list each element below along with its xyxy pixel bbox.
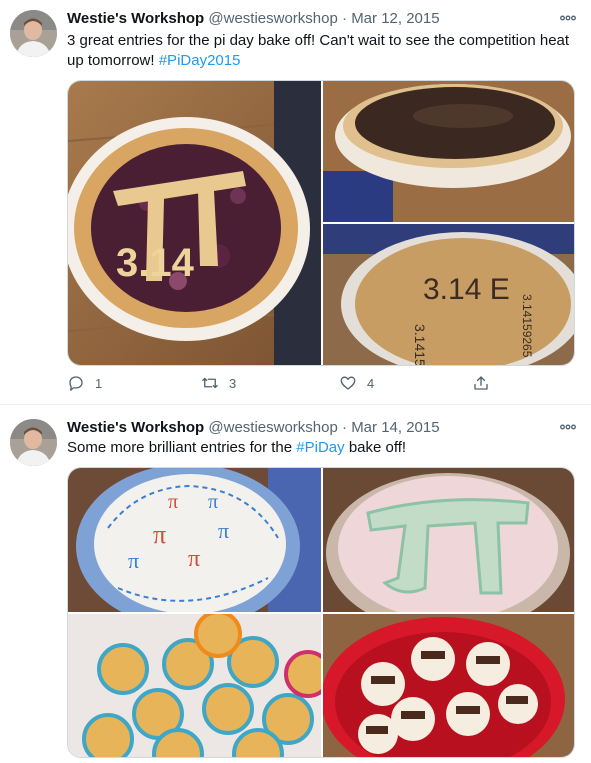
share-button[interactable]	[472, 372, 500, 394]
separator-dot: ·	[342, 419, 348, 436]
tweet-text-after: bake off!	[348, 439, 407, 456]
tweet-actions: 1 3 4	[67, 372, 497, 394]
retweet-button[interactable]: 3	[201, 372, 236, 394]
hashtag-link[interactable]: #PiDay2015	[159, 52, 241, 69]
cake-digits: 3.14 E	[423, 273, 510, 306]
tweet-header: Westie's Workshop @westiesworkshop · Mar…	[67, 418, 579, 438]
more-icon[interactable]	[559, 418, 577, 438]
avatar[interactable]	[10, 419, 57, 466]
avatar[interactable]	[10, 10, 57, 57]
reply-count: 1	[95, 375, 103, 391]
more-icon[interactable]	[559, 9, 577, 29]
tweet[interactable]: Westie's Workshop @westiesworkshop · Mar…	[0, 405, 591, 763]
like-button[interactable]: 4	[339, 372, 374, 394]
reply-icon	[69, 376, 83, 391]
photo-cupcakes[interactable]	[68, 614, 321, 757]
hashtag-link[interactable]: #PiDay	[296, 439, 344, 456]
svg-text:π: π	[208, 491, 218, 513]
cake-side-left: 3.14159	[412, 324, 428, 365]
svg-text:π: π	[218, 518, 229, 543]
tweet-text: Some more brilliant entries for the #PiD…	[67, 438, 582, 458]
tweet-date[interactable]: Mar 12, 2015	[351, 10, 439, 27]
like-count: 4	[367, 375, 375, 391]
tweet[interactable]: Westie's Workshop @westiesworkshop · Mar…	[0, 0, 591, 404]
author-handle[interactable]: @westiesworkshop	[208, 10, 337, 27]
svg-text:π: π	[153, 520, 166, 549]
tweet-text: 3 great entries for the pi day bake off!…	[67, 31, 582, 71]
svg-text:π: π	[188, 546, 200, 572]
photo-chocolate-cupcakes[interactable]	[323, 614, 574, 757]
retweet-icon	[202, 377, 218, 389]
photo-pi-digits-cake[interactable]: 3.14 E 3.14159 3.14159265	[323, 224, 574, 365]
author-handle[interactable]: @westiesworkshop	[208, 419, 337, 436]
tweet-text-before: Some more brilliant entries for the	[67, 439, 293, 456]
tweet-header: Westie's Workshop @westiesworkshop · Mar…	[67, 9, 579, 29]
media-grid: π π π π π π	[67, 467, 575, 758]
photo-iced-pi-cake[interactable]: π π π π π π	[68, 468, 321, 612]
separator-dot: ·	[342, 10, 348, 27]
tweet-text-body: 3 great entries for the pi day bake off!…	[67, 32, 570, 69]
pie-digits: 3.14	[116, 241, 195, 285]
photo-pink-pi-cake[interactable]	[323, 468, 574, 612]
reply-button[interactable]: 1	[67, 372, 102, 394]
svg-text:π: π	[128, 548, 139, 573]
cake-side-right: 3.14159265	[520, 294, 534, 358]
author-name[interactable]: Westie's Workshop	[67, 419, 204, 436]
photo-chocolate-tart[interactable]	[323, 81, 574, 222]
svg-text:π: π	[168, 491, 178, 513]
share-icon	[474, 376, 488, 390]
tweet-date[interactable]: Mar 14, 2015	[351, 419, 439, 436]
media-grid: 3.14 3.14 E 3.14159 3.14159265	[67, 80, 575, 366]
author-name[interactable]: Westie's Workshop	[67, 10, 204, 27]
photo-pi-pie[interactable]: 3.14	[68, 81, 321, 365]
like-icon	[340, 376, 356, 390]
retweet-count: 3	[229, 375, 237, 391]
